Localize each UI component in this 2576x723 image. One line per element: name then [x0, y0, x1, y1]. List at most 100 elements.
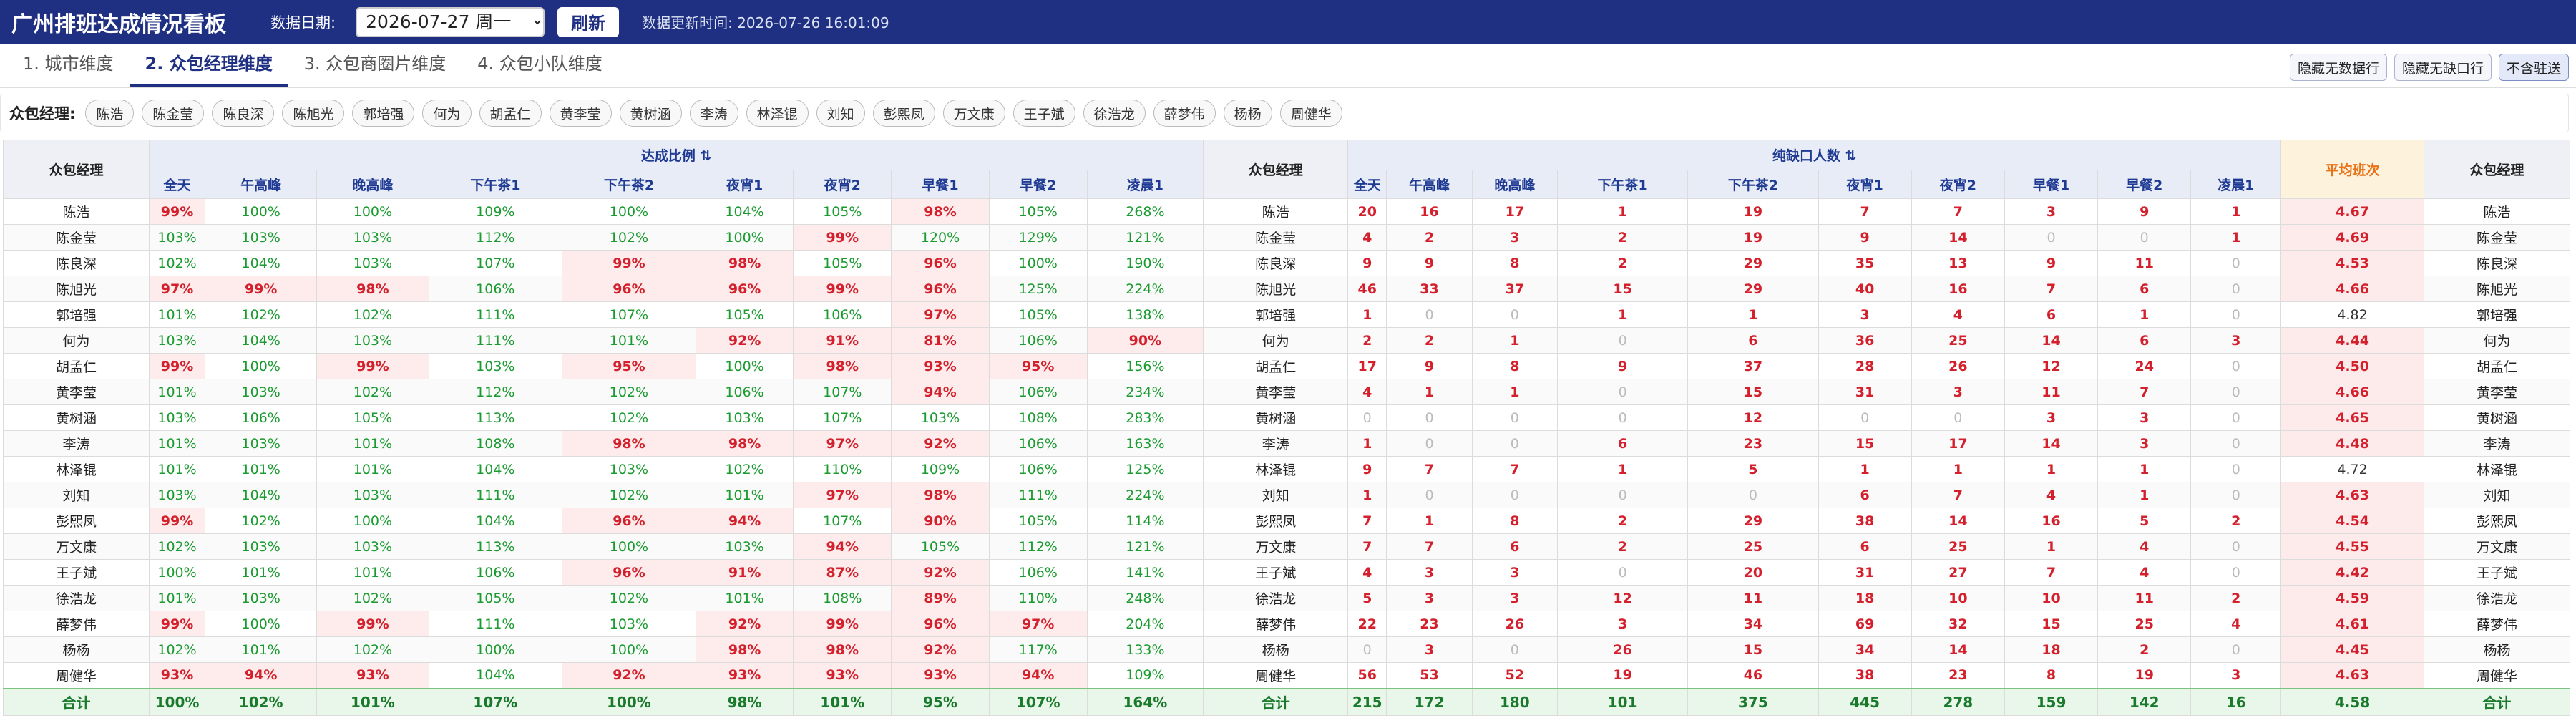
- toggle-3[interactable]: 不含驻送: [2498, 54, 2569, 81]
- rate-group-header[interactable]: 达成比例 ⇅: [148, 140, 1204, 170]
- rate-cell: 141%: [1086, 559, 1204, 586]
- manager-name: 陈金莹: [3, 224, 150, 251]
- gap-cell: 7: [2097, 379, 2192, 405]
- toggle-1[interactable]: 隐藏无数据行: [2289, 54, 2387, 81]
- gap-cell: 52: [1471, 662, 1558, 689]
- gap-cell: 18: [1818, 585, 1912, 611]
- rate-cell: 99%: [793, 611, 892, 637]
- manager-chip[interactable]: 陈良深: [212, 100, 275, 127]
- gap-col-header[interactable]: 晚高峰: [1471, 170, 1558, 199]
- toggle-2[interactable]: 隐藏无缺口行: [2394, 54, 2492, 81]
- gap-cell: 6: [1471, 533, 1558, 560]
- gap-col-header[interactable]: 凌晨1: [2190, 170, 2282, 199]
- rate-col-header[interactable]: 下午茶1: [428, 170, 563, 199]
- manager-chip[interactable]: 何为: [422, 100, 472, 127]
- manager-name: 陈旭光: [1203, 276, 1349, 302]
- gap-cell: 0: [1471, 404, 1558, 431]
- rate-cell: 102%: [695, 456, 794, 482]
- rate-col-header[interactable]: 早餐2: [988, 170, 1088, 199]
- rate-col-header[interactable]: 凌晨1: [1086, 170, 1204, 199]
- gap-col-header[interactable]: 全天: [1347, 170, 1387, 199]
- manager-chip[interactable]: 陈旭光: [282, 100, 345, 127]
- gap-col-header[interactable]: 夜宵2: [1911, 170, 2005, 199]
- rate-col-header[interactable]: 午高峰: [205, 170, 318, 199]
- manager-chip[interactable]: 王子斌: [1013, 100, 1075, 127]
- manager-chip[interactable]: 徐浩龙: [1083, 100, 1146, 127]
- gap-col-header[interactable]: 夜宵1: [1818, 170, 1912, 199]
- gap-cell: 12: [1557, 585, 1689, 611]
- rate-col-header[interactable]: 夜宵2: [793, 170, 892, 199]
- rate-cell: 101%: [316, 687, 429, 716]
- gap-cell: 69: [1818, 611, 1912, 637]
- gap-cell: 29: [1687, 508, 1819, 534]
- manager-name: 刘知: [3, 482, 150, 508]
- table-wrapper: 众包经理 达成比例 ⇅ 众包经理 纯缺口人数 ⇅ 平均班次 众包经理 全天 午高峰…: [3, 140, 2571, 716]
- rate-cell: 100%: [695, 353, 794, 379]
- manager-chip[interactable]: 郭培强: [352, 100, 415, 127]
- manager-name: 徐浩龙: [1203, 585, 1349, 611]
- manager-chip[interactable]: 胡孟仁: [479, 100, 542, 127]
- manager-chip[interactable]: 李涛: [689, 100, 738, 127]
- rate-col-header[interactable]: 夜宵1: [695, 170, 794, 199]
- rate-cell: 94%: [988, 662, 1088, 689]
- gap-col-header[interactable]: 午高峰: [1386, 170, 1473, 199]
- manager-chip[interactable]: 陈金莹: [142, 100, 205, 127]
- rate-cell: 96%: [562, 559, 696, 586]
- gap-cell: 3: [1911, 379, 2005, 405]
- manager-chip[interactable]: 黄李莹: [549, 100, 612, 127]
- tab-2[interactable]: 2. 众包经理维度: [129, 49, 288, 87]
- rate-cell: 103%: [205, 224, 318, 251]
- manager-chip[interactable]: 刘知: [816, 100, 865, 127]
- gap-col-header[interactable]: 早餐1: [2004, 170, 2099, 199]
- manager-chip[interactable]: 杨杨: [1223, 100, 1272, 127]
- table-row: 周健华 93% 94% 93% 104% 92% 93% 93% 93% 94% 109% 周健华 56…: [3, 662, 2571, 689]
- manager-name: 薛梦伟: [1203, 611, 1349, 637]
- rate-col-header[interactable]: 晚高峰: [316, 170, 429, 199]
- manager-chip[interactable]: 薛梦伟: [1153, 100, 1216, 127]
- manager-name: 王子斌: [2423, 559, 2571, 586]
- rate-cell: 102%: [205, 508, 318, 534]
- gap-col-header[interactable]: 下午茶1: [1557, 170, 1689, 199]
- rate-cell: 99%: [562, 250, 696, 276]
- rate-cell: 98%: [891, 198, 990, 225]
- date-select[interactable]: 2026-07-27 周一: [356, 6, 545, 37]
- manager-name: 林泽锟: [2423, 456, 2571, 482]
- manager-chip[interactable]: 彭熙凤: [872, 100, 935, 127]
- rate-cell: 104%: [205, 250, 318, 276]
- refresh-button[interactable]: 刷新: [557, 6, 620, 37]
- rate-cell: 103%: [148, 327, 206, 354]
- gap-col-header[interactable]: 早餐2: [2097, 170, 2192, 199]
- manager-chip[interactable]: 万文康: [942, 100, 1005, 127]
- rate-cell: 102%: [316, 636, 429, 663]
- tab-1[interactable]: 1. 城市维度: [7, 49, 130, 87]
- rate-cell: 129%: [988, 224, 1088, 251]
- rate-cell: 113%: [428, 404, 563, 431]
- rate-col-header[interactable]: 早餐1: [891, 170, 990, 199]
- table-row: 李涛 101% 103% 101% 108% 98% 98% 97% 92% 106% 163% 李涛…: [3, 430, 2571, 457]
- name-header-2: 众包经理: [1203, 140, 1349, 199]
- gap-cell: 278: [1911, 687, 2005, 716]
- rate-col-header[interactable]: 全天: [148, 170, 206, 199]
- manager-chip[interactable]: 陈浩: [85, 100, 135, 127]
- rate-col-header[interactable]: 下午茶2: [562, 170, 696, 199]
- rate-cell: 106%: [988, 430, 1088, 457]
- avg-shift-cell: 4.66: [2280, 379, 2424, 405]
- manager-name: 黄树涵: [1203, 404, 1349, 431]
- manager-chip[interactable]: 林泽锟: [746, 100, 809, 127]
- gap-group-header[interactable]: 纯缺口人数 ⇅: [1347, 140, 2282, 170]
- rate-cell: 99%: [316, 353, 429, 379]
- gap-col-header[interactable]: 下午茶2: [1687, 170, 1819, 199]
- avg-shift-cell: 4.55: [2280, 533, 2424, 560]
- gap-cell: 15: [1557, 276, 1689, 302]
- manager-chip[interactable]: 黄树涵: [619, 100, 682, 127]
- rate-cell: 98%: [695, 636, 794, 663]
- tab-3[interactable]: 3. 众包商圈片维度: [288, 49, 462, 87]
- tab-4[interactable]: 4. 众包小队维度: [462, 49, 618, 87]
- rate-cell: 100%: [562, 687, 696, 716]
- update-time: 数据更新时间: 2026-07-26 16:01:09: [642, 14, 889, 31]
- avg-shift-cell: 4.45: [2280, 636, 2424, 663]
- rate-cell: 100%: [316, 198, 429, 225]
- manager-name: 陈良深: [1203, 250, 1349, 276]
- avg-shift-cell: 4.48: [2280, 430, 2424, 457]
- manager-chip[interactable]: 周健华: [1279, 100, 1342, 127]
